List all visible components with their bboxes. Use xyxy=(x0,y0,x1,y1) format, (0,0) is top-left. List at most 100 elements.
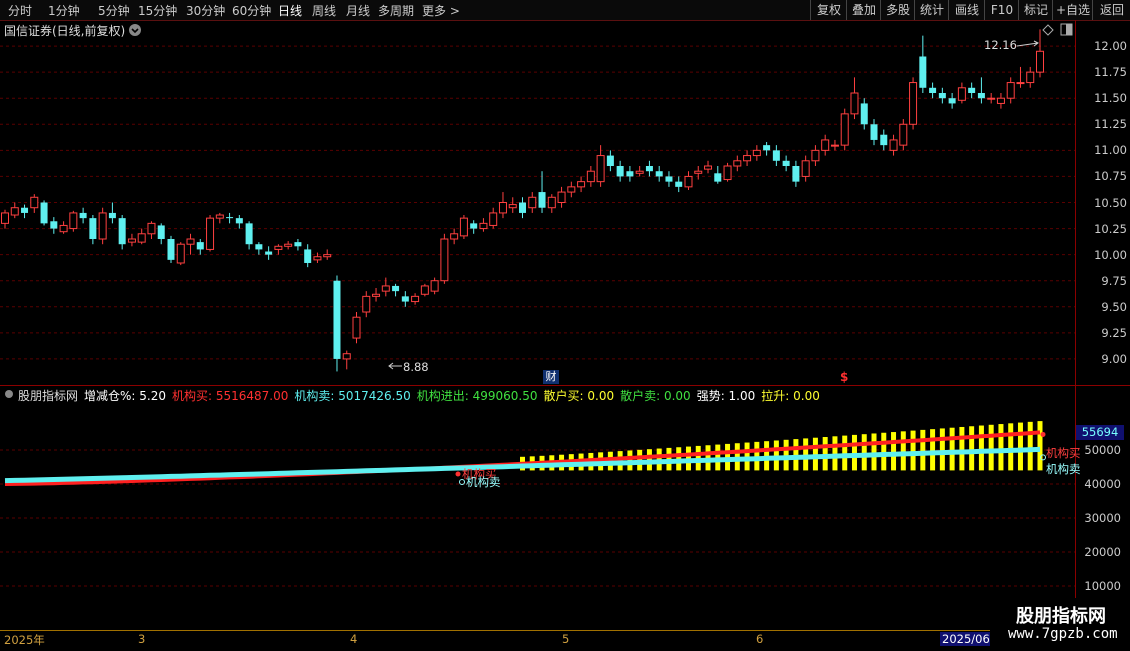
buy-end-dot xyxy=(1040,431,1046,437)
candle xyxy=(381,277,390,297)
tab-daily[interactable]: 日线 xyxy=(278,2,302,19)
candle xyxy=(127,233,136,247)
tab-1min[interactable]: 1分钟 xyxy=(48,2,80,19)
institution-bar xyxy=(920,429,926,471)
price-tick: 9.00 xyxy=(1101,351,1127,366)
institution-bar xyxy=(988,424,994,471)
tool-fuquan[interactable]: 复权 xyxy=(810,0,847,20)
candle xyxy=(59,221,68,234)
tab-multi-period[interactable]: 多周期 xyxy=(378,2,414,19)
low-price-label: 8.88 xyxy=(403,360,429,374)
tool-overlay[interactable]: 叠加 xyxy=(846,0,881,20)
indicator-chart[interactable] xyxy=(0,386,1075,630)
indicator-tick: 20000 xyxy=(1084,545,1121,559)
institution-bar xyxy=(822,437,828,471)
candle xyxy=(733,155,742,172)
candle xyxy=(401,291,409,307)
candle xyxy=(186,233,195,255)
candle xyxy=(50,217,58,234)
candle xyxy=(596,145,605,187)
tool-add-watchlist[interactable]: +自选 xyxy=(1052,0,1093,20)
institution-bar xyxy=(998,424,1004,471)
tab-fenshi[interactable]: 分时 xyxy=(8,2,32,19)
institution-bar xyxy=(1008,423,1014,471)
candlestick-chart[interactable] xyxy=(0,20,1075,385)
institution-bar xyxy=(939,428,945,471)
institution-bar xyxy=(900,431,906,471)
watermark-logo: 股朋指标网 www.7gpzb.com xyxy=(990,598,1130,650)
candle xyxy=(586,166,595,187)
date-label-year: 2025年 xyxy=(4,633,45,647)
candle xyxy=(538,171,546,213)
candle xyxy=(987,93,996,104)
tab-15min[interactable]: 15分钟 xyxy=(138,2,177,19)
candle xyxy=(821,134,830,156)
candle xyxy=(118,215,126,250)
low-arrow-icon xyxy=(388,362,402,370)
candle xyxy=(606,150,614,172)
tool-multi-stock[interactable]: 多股 xyxy=(880,0,915,20)
institution-bar xyxy=(1037,421,1043,471)
candle xyxy=(811,145,820,166)
candle xyxy=(304,244,312,268)
tab-30min[interactable]: 30分钟 xyxy=(186,2,225,19)
candle xyxy=(167,235,175,263)
candle xyxy=(547,194,556,213)
tool-draw[interactable]: 画线 xyxy=(948,0,985,20)
date-label-may: 5 xyxy=(562,632,570,646)
tab-more[interactable]: 更多 > xyxy=(422,2,460,19)
price-tick: 9.25 xyxy=(1101,325,1127,340)
institution-bar xyxy=(773,440,779,471)
institution-bar xyxy=(783,439,789,471)
candle xyxy=(274,244,283,255)
dividend-marker[interactable]: $ xyxy=(840,370,848,384)
candle xyxy=(519,197,526,219)
candle xyxy=(498,192,507,219)
candle xyxy=(752,145,761,161)
candle xyxy=(265,246,273,260)
candle xyxy=(226,212,234,224)
watermark-url: www.7gpzb.com xyxy=(1008,626,1118,642)
candle xyxy=(830,139,839,151)
price-tick: 10.25 xyxy=(1094,221,1127,236)
institution-bar xyxy=(978,425,984,471)
candle xyxy=(684,171,693,190)
candle xyxy=(235,215,243,229)
tool-back[interactable]: 返回 xyxy=(1092,0,1130,20)
tab-60min[interactable]: 60分钟 xyxy=(232,2,271,19)
candle xyxy=(98,207,107,245)
candle xyxy=(196,239,204,255)
indicator-tick: 40000 xyxy=(1084,477,1121,491)
financial-report-marker[interactable]: 财 xyxy=(543,370,559,384)
candle xyxy=(919,35,927,93)
candle xyxy=(635,166,644,177)
candle xyxy=(567,181,576,198)
signal-buy-dot xyxy=(455,471,461,477)
candle xyxy=(772,145,780,166)
institution-bar xyxy=(1027,421,1033,471)
date-label-mar: 3 xyxy=(138,632,146,646)
candle xyxy=(792,160,800,187)
price-tick: 10.75 xyxy=(1094,169,1127,184)
tool-mark[interactable]: 标记 xyxy=(1018,0,1053,20)
date-label-jun: 6 xyxy=(756,632,764,646)
tool-f10[interactable]: F10 xyxy=(984,0,1019,20)
candle xyxy=(245,221,253,250)
price-tick: 11.75 xyxy=(1094,65,1127,80)
candle xyxy=(420,283,429,297)
tab-weekly[interactable]: 周线 xyxy=(312,2,336,19)
candle xyxy=(470,220,478,234)
candle xyxy=(655,166,663,182)
candle xyxy=(206,215,215,252)
candle xyxy=(440,233,449,284)
candle xyxy=(362,291,371,318)
indicator-tick: 30000 xyxy=(1084,511,1121,525)
institution-bar xyxy=(861,434,867,471)
tab-monthly[interactable]: 月线 xyxy=(346,2,370,19)
candle xyxy=(313,252,322,263)
institution-bar xyxy=(891,432,897,471)
tool-stats[interactable]: 统计 xyxy=(914,0,949,20)
tab-5min[interactable]: 5分钟 xyxy=(98,2,130,19)
candle xyxy=(479,218,488,232)
candle xyxy=(675,176,683,193)
